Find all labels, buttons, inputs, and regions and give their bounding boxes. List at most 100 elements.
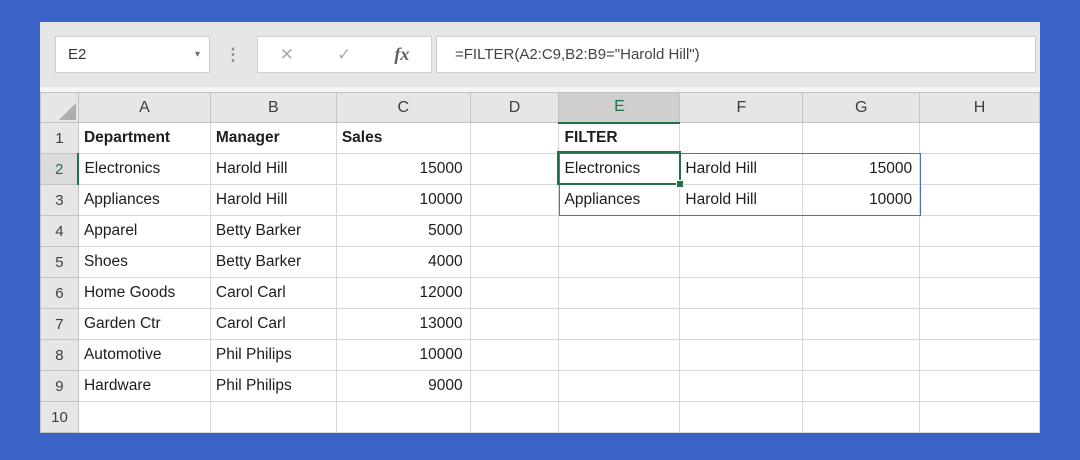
cell-A4[interactable]: Apparel (77, 215, 211, 247)
cell-H10[interactable] (919, 401, 1040, 433)
cell-G6[interactable] (802, 277, 921, 309)
cell-F2[interactable]: Harold Hill (679, 153, 804, 185)
column-header-G[interactable]: G (802, 92, 921, 123)
cell-E2[interactable]: Electronics (558, 153, 681, 185)
column-header-C[interactable]: C (335, 92, 471, 123)
cell-D10[interactable] (469, 401, 560, 433)
row-header-6[interactable]: 6 (40, 277, 79, 309)
cell-H6[interactable] (919, 277, 1040, 309)
cell-C7[interactable]: 13000 (335, 308, 471, 340)
cell-D5[interactable] (469, 246, 560, 278)
cell-C1[interactable]: Sales (335, 122, 471, 154)
select-all-corner[interactable] (40, 92, 79, 123)
cell-D7[interactable] (469, 308, 560, 340)
cell-G1[interactable] (802, 122, 921, 154)
cell-B6[interactable]: Carol Carl (209, 277, 337, 309)
cell-H1[interactable] (919, 122, 1040, 154)
cell-D2[interactable] (469, 153, 560, 185)
cell-E5[interactable] (558, 246, 681, 278)
column-header-B[interactable]: B (209, 92, 337, 123)
row-header-3[interactable]: 3 (40, 184, 79, 216)
cell-C8[interactable]: 10000 (335, 339, 471, 371)
row-header-10[interactable]: 10 (40, 401, 79, 433)
name-box[interactable]: E2 ▾ (55, 36, 210, 73)
cell-F5[interactable] (679, 246, 804, 278)
cell-C9[interactable]: 9000 (335, 370, 471, 402)
enter-icon[interactable]: ✓ (337, 45, 351, 65)
cell-E3[interactable]: Appliances (558, 184, 681, 216)
cell-A8[interactable]: Automotive (77, 339, 211, 371)
cell-D3[interactable] (469, 184, 560, 216)
fill-handle[interactable] (676, 180, 684, 188)
cell-B10[interactable] (209, 401, 337, 433)
cell-A3[interactable]: Appliances (77, 184, 211, 216)
cell-E8[interactable] (558, 339, 681, 371)
row-header-5[interactable]: 5 (40, 246, 79, 278)
cell-E10[interactable] (558, 401, 681, 433)
cell-G5[interactable] (802, 246, 921, 278)
cell-F8[interactable] (679, 339, 804, 371)
cell-D9[interactable] (469, 370, 560, 402)
cell-A10[interactable] (77, 401, 211, 433)
cell-F4[interactable] (679, 215, 804, 247)
cell-D4[interactable] (469, 215, 560, 247)
cell-E4[interactable] (558, 215, 681, 247)
cell-C2[interactable]: 15000 (335, 153, 471, 185)
cell-H5[interactable] (919, 246, 1040, 278)
cell-B1[interactable]: Manager (209, 122, 337, 154)
cell-G8[interactable] (802, 339, 921, 371)
cell-C5[interactable]: 4000 (335, 246, 471, 278)
row-header-4[interactable]: 4 (40, 215, 79, 247)
cell-G9[interactable] (802, 370, 921, 402)
row-header-2[interactable]: 2 (40, 153, 80, 185)
row-header-9[interactable]: 9 (40, 370, 79, 402)
cell-C10[interactable] (335, 401, 471, 433)
cell-C3[interactable]: 10000 (335, 184, 471, 216)
cell-D8[interactable] (469, 339, 560, 371)
cell-A1[interactable]: Department (77, 122, 211, 154)
cell-F1[interactable] (679, 122, 804, 154)
insert-function-icon[interactable]: fx (394, 44, 409, 65)
row-header-1[interactable]: 1 (40, 122, 79, 154)
cell-G4[interactable] (802, 215, 921, 247)
cell-D1[interactable] (469, 122, 560, 154)
cell-H7[interactable] (919, 308, 1040, 340)
row-header-8[interactable]: 8 (40, 339, 79, 371)
cell-B9[interactable]: Phil Philips (209, 370, 337, 402)
cell-E7[interactable] (558, 308, 681, 340)
cell-G2[interactable]: 15000 (802, 153, 921, 185)
cell-E1[interactable]: FILTER (558, 122, 681, 154)
cell-B5[interactable]: Betty Barker (209, 246, 337, 278)
cell-F9[interactable] (679, 370, 804, 402)
row-header-7[interactable]: 7 (40, 308, 79, 340)
cell-B4[interactable]: Betty Barker (209, 215, 337, 247)
cancel-icon[interactable]: ✕ (280, 45, 294, 65)
column-header-A[interactable]: A (77, 92, 211, 123)
cell-C6[interactable]: 12000 (335, 277, 471, 309)
cell-G10[interactable] (802, 401, 921, 433)
cell-H4[interactable] (919, 215, 1040, 247)
cell-G7[interactable] (802, 308, 921, 340)
column-header-D[interactable]: D (469, 92, 560, 123)
cell-F7[interactable] (679, 308, 804, 340)
name-box-dropdown-icon[interactable]: ▾ (195, 49, 209, 60)
cell-A2[interactable]: Electronics (77, 153, 211, 185)
cell-A5[interactable]: Shoes (77, 246, 211, 278)
cell-H9[interactable] (919, 370, 1040, 402)
cell-G3[interactable]: 10000 (802, 184, 921, 216)
cell-A9[interactable]: Hardware (77, 370, 211, 402)
cell-A6[interactable]: Home Goods (77, 277, 211, 309)
cell-D6[interactable] (469, 277, 560, 309)
cell-A7[interactable]: Garden Ctr (77, 308, 211, 340)
cell-B2[interactable]: Harold Hill (209, 153, 337, 185)
column-header-F[interactable]: F (679, 92, 804, 123)
cell-C4[interactable]: 5000 (335, 215, 471, 247)
cell-B7[interactable]: Carol Carl (209, 308, 337, 340)
cell-H8[interactable] (919, 339, 1040, 371)
cell-H2[interactable] (919, 153, 1040, 185)
cell-F3[interactable]: Harold Hill (679, 184, 804, 216)
cell-B3[interactable]: Harold Hill (209, 184, 337, 216)
formula-bar[interactable]: =FILTER(A2:C9,B2:B9="Harold Hill") (436, 36, 1036, 73)
cell-H3[interactable] (919, 184, 1040, 216)
cell-E6[interactable] (558, 277, 681, 309)
